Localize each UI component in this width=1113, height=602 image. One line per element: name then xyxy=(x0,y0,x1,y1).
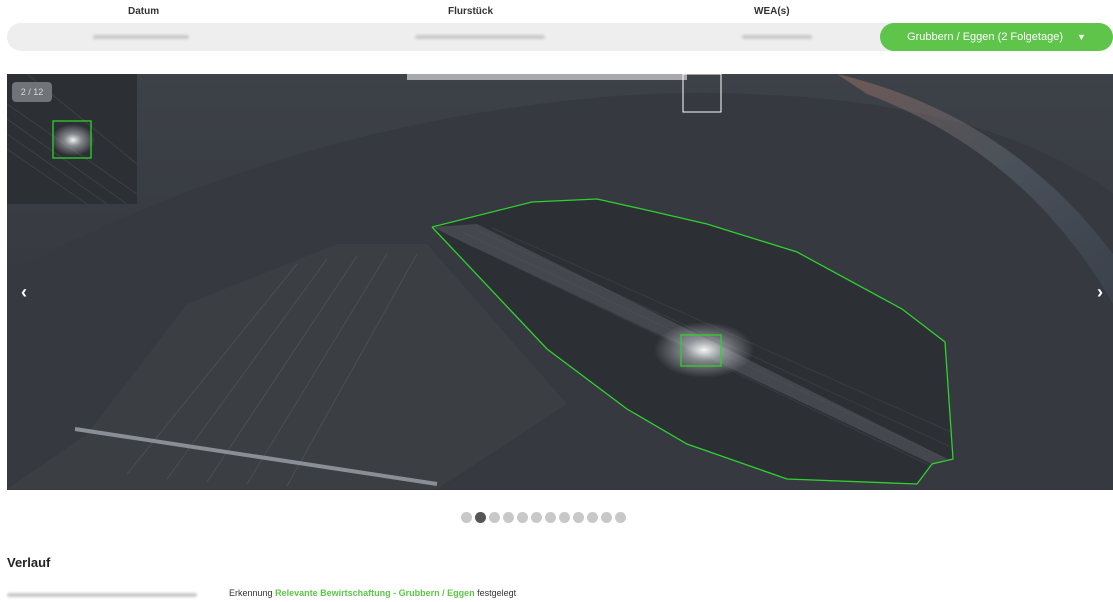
history-entry-highlight: Relevante Bewirtschaftung - Grubbern / E… xyxy=(275,588,475,598)
date-value-redacted xyxy=(93,35,189,39)
carousel-dot[interactable] xyxy=(545,512,556,523)
date-column-label: Datum xyxy=(128,6,160,17)
chevron-down-icon: ▼ xyxy=(1077,32,1086,42)
carousel-dot[interactable] xyxy=(517,512,528,523)
management-type-label: Grubbern / Eggen (2 Folgetage) xyxy=(907,31,1063,43)
management-type-select[interactable]: Grubbern / Eggen (2 Folgetage) ▼ xyxy=(880,23,1113,51)
carousel-dot[interactable] xyxy=(503,512,514,523)
chevron-left-icon: ‹ xyxy=(21,281,27,302)
carousel-dot[interactable] xyxy=(489,512,500,523)
history-entry-suffix: festgelegt xyxy=(477,588,517,598)
parcel-value-redacted xyxy=(415,35,545,39)
carousel-dot[interactable] xyxy=(587,512,598,523)
image-counter: 2 / 12 xyxy=(12,82,52,102)
history-title: Verlauf xyxy=(7,555,51,570)
carousel-dot[interactable] xyxy=(531,512,542,523)
carousel-dot[interactable] xyxy=(601,512,612,523)
wea-column-label: WEA(s) xyxy=(754,6,790,17)
image-carousel[interactable]: 2 / 12 ‹ › xyxy=(7,74,1113,490)
filter-header: Datum Flurstück WEA(s) xyxy=(0,6,1113,20)
carousel-dot[interactable] xyxy=(559,512,570,523)
history-entry-prefix: Erkennung xyxy=(229,588,273,598)
carousel-dot[interactable] xyxy=(573,512,584,523)
carousel-dot[interactable] xyxy=(461,512,472,523)
wea-value-redacted xyxy=(742,35,812,39)
prev-image-button[interactable]: ‹ xyxy=(14,279,34,305)
history-timestamp-redacted xyxy=(7,593,197,597)
aerial-image xyxy=(7,74,1113,490)
chevron-right-icon: › xyxy=(1097,281,1103,302)
carousel-pagination xyxy=(461,512,626,526)
parcel-column-label: Flurstück xyxy=(448,6,494,17)
detail-thumbnail[interactable]: 2 / 12 xyxy=(7,74,137,204)
next-image-button[interactable]: › xyxy=(1090,279,1110,305)
history-entry-text: Erkennung Relevante Bewirtschaftung - Gr… xyxy=(229,588,516,598)
carousel-dot[interactable] xyxy=(475,512,486,523)
carousel-dot[interactable] xyxy=(615,512,626,523)
